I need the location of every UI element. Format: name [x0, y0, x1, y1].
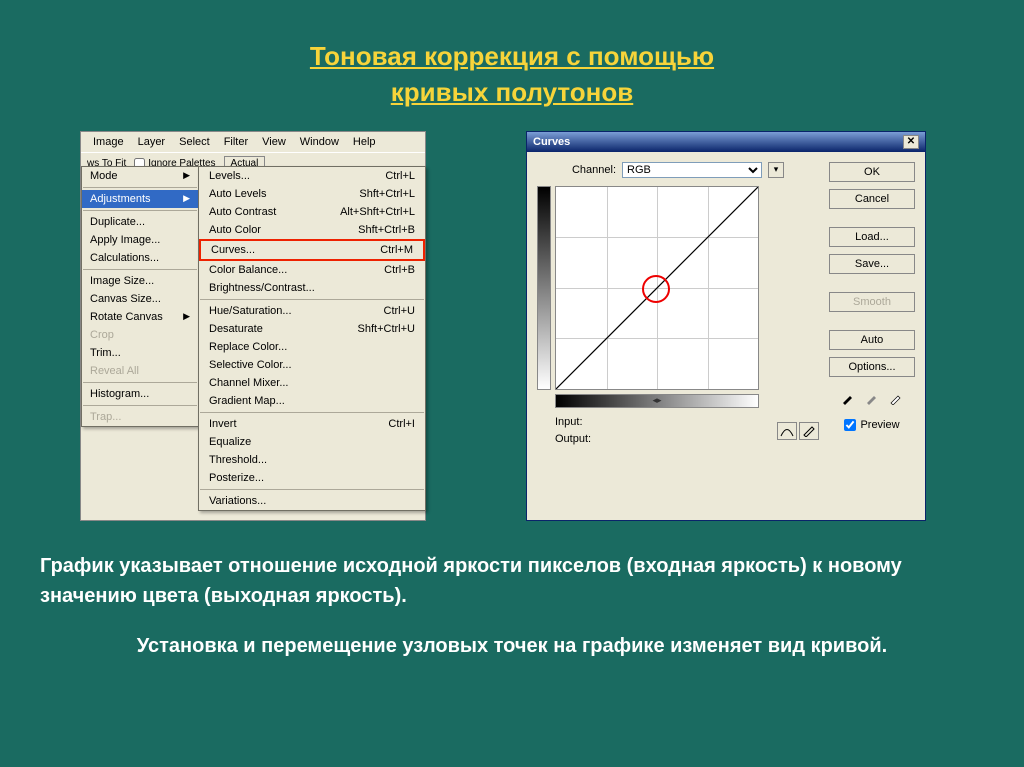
ok-button[interactable]: OK	[829, 162, 915, 182]
menu-view[interactable]: View	[256, 134, 292, 150]
mi-histogram[interactable]: Histogram...	[82, 385, 198, 403]
submenu-item[interactable]: DesaturateShft+Ctrl+U	[199, 320, 425, 338]
output-label: Output:	[555, 431, 591, 449]
auto-button[interactable]: Auto	[829, 330, 915, 350]
mi-duplicate[interactable]: Duplicate...	[82, 213, 198, 231]
mi-image-size[interactable]: Image Size...	[82, 272, 198, 290]
submenu-item[interactable]: Variations...	[199, 492, 425, 510]
curves-graph[interactable]	[555, 186, 759, 390]
menubar: Image Layer Select Filter View Window He…	[81, 132, 425, 152]
curve-mode-icon[interactable]	[777, 422, 797, 440]
channel-label: Channel:	[572, 164, 616, 176]
submenu-item[interactable]: Selective Color...	[199, 356, 425, 374]
highlight-circle-icon	[642, 275, 670, 303]
curves-dialog: Curves ✕ Channel: RGB ▾	[526, 131, 926, 521]
submenu-item[interactable]: Replace Color...	[199, 338, 425, 356]
channel-select[interactable]: RGB	[622, 162, 762, 178]
mi-trap: Trap...	[82, 408, 198, 426]
slide-title: Тоновая коррекция с помощью кривых полут…	[0, 0, 1024, 111]
adjustments-submenu: Levels...Ctrl+LAuto LevelsShft+Ctrl+LAut…	[198, 166, 426, 511]
curves-title: Curves	[533, 136, 570, 148]
submenu-item[interactable]: Auto ContrastAlt+Shft+Ctrl+L	[199, 203, 425, 221]
mi-calculations[interactable]: Calculations...	[82, 249, 198, 267]
submenu-item[interactable]: Equalize	[199, 433, 425, 451]
eyedropper-white-icon[interactable]	[886, 388, 906, 408]
submenu-item[interactable]: Channel Mixer...	[199, 374, 425, 392]
menu-select[interactable]: Select	[173, 134, 216, 150]
menu-image[interactable]: Image	[87, 134, 130, 150]
submenu-item[interactable]: Posterize...	[199, 469, 425, 487]
submenu-item[interactable]: Gradient Map...	[199, 392, 425, 410]
submenu-item[interactable]: InvertCtrl+I	[199, 415, 425, 433]
eyedropper-black-icon[interactable]	[838, 388, 858, 408]
mi-apply-image[interactable]: Apply Image...	[82, 231, 198, 249]
menu-help[interactable]: Help	[347, 134, 382, 150]
mi-mode[interactable]: Mode▶	[82, 167, 198, 185]
submenu-item[interactable]: Brightness/Contrast...	[199, 279, 425, 297]
submenu-item[interactable]: Auto LevelsShft+Ctrl+L	[199, 185, 425, 203]
input-label: Input:	[555, 414, 591, 432]
submenu-item[interactable]: Levels...Ctrl+L	[199, 167, 425, 185]
preview-checkbox[interactable]: Preview	[829, 419, 915, 431]
menu-window[interactable]: Window	[294, 134, 345, 150]
submenu-item[interactable]: Threshold...	[199, 451, 425, 469]
submenu-item[interactable]: Auto ColorShft+Ctrl+B	[199, 221, 425, 239]
smooth-button: Smooth	[829, 292, 915, 312]
mi-crop: Crop	[82, 326, 198, 344]
photoshop-menu-screenshot: Image Layer Select Filter View Window He…	[80, 131, 426, 521]
load-button[interactable]: Load...	[829, 227, 915, 247]
save-button[interactable]: Save...	[829, 254, 915, 274]
menu-layer[interactable]: Layer	[132, 134, 172, 150]
image-dropdown: Mode▶ Adjustments▶ Duplicate... Apply Im…	[81, 166, 199, 427]
horizontal-gradient: ◂▸	[555, 394, 759, 408]
submenu-item[interactable]: Hue/Saturation...Ctrl+U	[199, 302, 425, 320]
curves-titlebar: Curves ✕	[527, 132, 925, 152]
eyedropper-gray-icon[interactable]	[862, 388, 882, 408]
cancel-button[interactable]: Cancel	[829, 189, 915, 209]
mi-adjustments[interactable]: Adjustments▶	[82, 190, 198, 208]
close-icon[interactable]: ✕	[903, 135, 919, 149]
expand-icon[interactable]: ▾	[768, 162, 784, 178]
description-text: График указывает отношение исходной ярко…	[0, 521, 1024, 661]
mi-reveal-all: Reveal All	[82, 362, 198, 380]
options-button[interactable]: Options...	[829, 357, 915, 377]
mi-trim[interactable]: Trim...	[82, 344, 198, 362]
vertical-gradient	[537, 186, 551, 390]
mi-curves[interactable]: Curves...Ctrl+M	[201, 241, 423, 259]
mi-rotate-canvas[interactable]: Rotate Canvas▶	[82, 308, 198, 326]
mi-canvas-size[interactable]: Canvas Size...	[82, 290, 198, 308]
submenu-item[interactable]: Color Balance...Ctrl+B	[199, 261, 425, 279]
menu-filter[interactable]: Filter	[218, 134, 254, 150]
pencil-mode-icon[interactable]	[799, 422, 819, 440]
